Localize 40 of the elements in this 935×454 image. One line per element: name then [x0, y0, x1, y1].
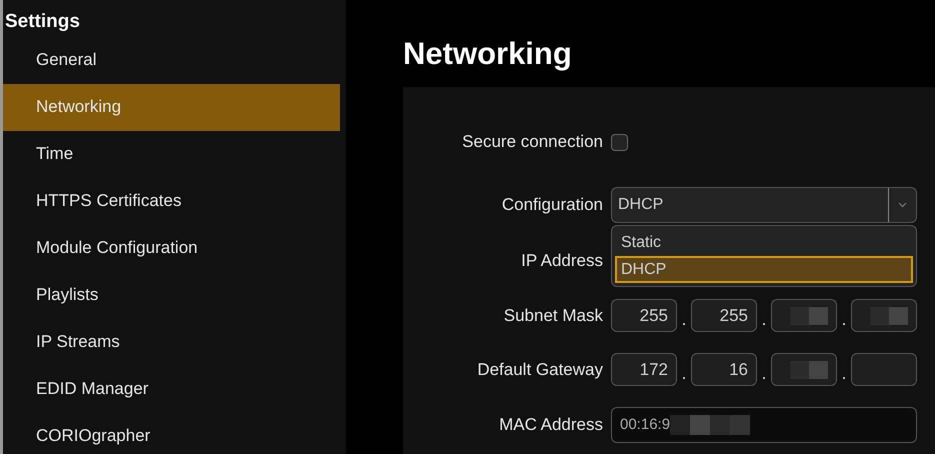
dot-separator: . [840, 362, 848, 384]
page-title: Networking [403, 35, 573, 73]
dropdown-option[interactable]: DHCP [615, 256, 913, 283]
octet-field[interactable] [771, 353, 837, 386]
field-label: Secure connection [462, 132, 603, 151]
octet-field[interactable]: 172 [611, 353, 677, 386]
octet-field[interactable]: 16 [691, 353, 757, 386]
dot-separator: . [760, 308, 768, 330]
field-label: IP Address [521, 251, 603, 270]
octet-field[interactable] [771, 299, 837, 332]
field-label: Configuration [502, 195, 603, 214]
field-label: Subnet Mask [504, 306, 603, 324]
sidebar-item[interactable]: Time [3, 130, 340, 178]
dot-separator: . [680, 362, 688, 384]
configuration-select[interactable]: DHCP [611, 187, 917, 223]
redaction-block [790, 306, 828, 324]
octet-field[interactable] [851, 299, 917, 332]
dropdown-option[interactable]: Static [615, 229, 913, 256]
field-label: MAC Address [499, 415, 603, 434]
chevron-down-icon [898, 202, 907, 208]
octet-field[interactable] [851, 353, 917, 386]
mac-address-field[interactable]: 00:16:9 [611, 407, 917, 443]
octet-field[interactable]: 255 [691, 299, 757, 332]
sidebar-item[interactable]: Networking [3, 84, 340, 130]
sidebar-item[interactable]: CORIOgrapher [3, 412, 340, 454]
dot-separator: . [840, 308, 848, 330]
dot-separator: . [680, 308, 688, 330]
octet-field[interactable]: 255 [611, 299, 677, 332]
sidebar-item[interactable]: General [3, 36, 340, 84]
field-label: Default Gateway [477, 360, 603, 378]
sidebar-item[interactable]: HTTPS Certificates [3, 178, 340, 224]
sidebar-item[interactable]: Playlists [3, 272, 340, 318]
redaction-block [790, 360, 828, 378]
sidebar-item[interactable]: EDID Manager [3, 366, 340, 412]
redaction-block [870, 306, 908, 324]
sidebar-item[interactable]: Module Configuration [3, 224, 340, 272]
checkbox[interactable] [611, 134, 628, 150]
sidebar-item[interactable]: IP Streams [3, 318, 340, 366]
sidebar-title: Settings [4, 10, 81, 34]
dot-separator: . [760, 362, 768, 384]
